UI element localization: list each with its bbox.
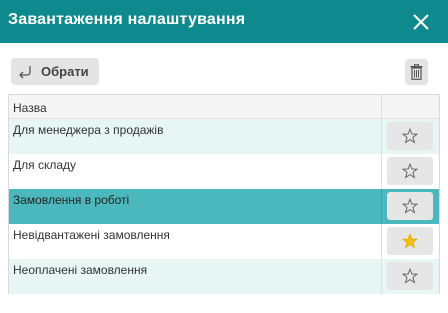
table-header: Назва	[9, 95, 439, 119]
close-icon	[413, 14, 429, 30]
select-button-label: Обрати	[41, 64, 89, 79]
star-outline-icon	[402, 268, 418, 284]
delete-button[interactable]	[405, 59, 428, 85]
column-divider	[381, 154, 382, 189]
favorite-button-active[interactable]	[387, 227, 433, 255]
star-filled-icon	[402, 233, 418, 249]
favorite-button[interactable]	[387, 157, 433, 185]
favorite-button[interactable]	[387, 262, 433, 290]
table-row[interactable]: Для менеджера з продажів	[9, 119, 439, 154]
column-divider	[381, 95, 382, 119]
table-row-selected[interactable]: Замовлення в роботі	[9, 189, 439, 224]
column-divider	[381, 224, 382, 259]
column-divider	[381, 189, 382, 224]
table-row[interactable]: Для складу	[9, 154, 439, 189]
favorite-button[interactable]	[387, 122, 433, 150]
star-outline-icon	[402, 163, 418, 179]
row-name: Замовлення в роботі	[13, 193, 130, 207]
table-row[interactable]: Невідвантажені замовлення	[9, 224, 439, 259]
favorite-button[interactable]	[387, 192, 433, 220]
column-divider	[381, 119, 382, 154]
return-arrow-icon	[19, 66, 31, 79]
row-name: Для менеджера з продажів	[13, 123, 164, 137]
star-outline-icon	[402, 198, 418, 214]
close-button[interactable]	[411, 12, 431, 32]
row-name: Для складу	[13, 158, 77, 172]
row-name: Неоплачені замовлення	[13, 263, 148, 277]
table-row[interactable]: Неоплачені замовлення	[9, 259, 439, 294]
dialog-title: Завантаження налаштування	[8, 11, 246, 28]
column-header-name: Назва	[13, 101, 47, 115]
row-name: Невідвантажені замовлення	[13, 228, 170, 242]
trash-icon	[410, 64, 423, 80]
select-button[interactable]: Обрати	[11, 58, 99, 85]
dialog-titlebar: Завантаження налаштування	[0, 0, 448, 43]
column-divider	[381, 259, 382, 294]
star-outline-icon	[402, 128, 418, 144]
settings-table: Назва Для менеджера з продажів Для склад…	[8, 94, 440, 294]
